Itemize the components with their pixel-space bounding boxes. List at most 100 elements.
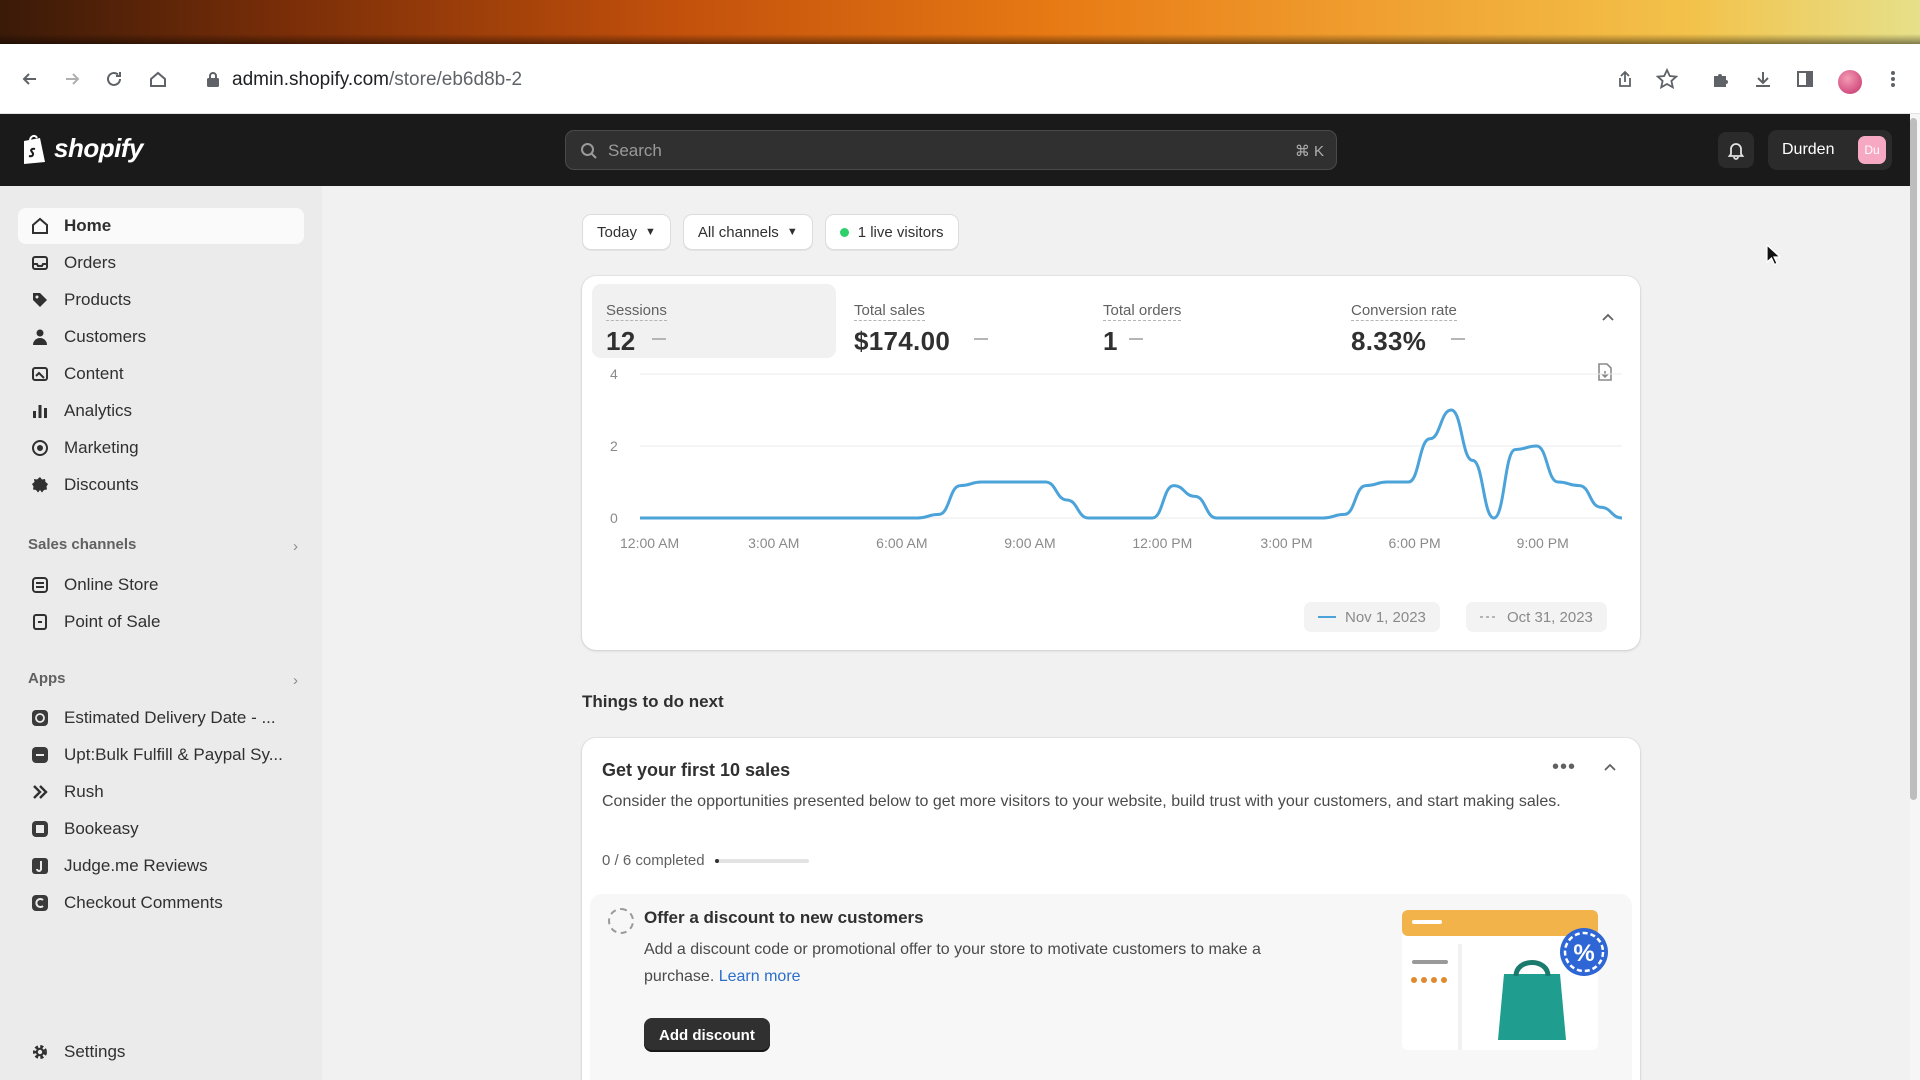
sidebar-item-orders[interactable]: Orders (18, 245, 304, 281)
task-description: Add a discount code or promotional offer… (644, 936, 1304, 990)
bookmark-star-icon[interactable] (1654, 66, 1680, 92)
metric-comparison-dash (1129, 338, 1143, 340)
add-discount-button[interactable]: Add discount (644, 1018, 770, 1052)
shopify-bag-icon (24, 134, 45, 164)
user-menu-button[interactable]: Durden Du (1768, 130, 1892, 170)
shopify-logo[interactable]: shopify (20, 132, 143, 164)
live-visitors-button[interactable]: 1 live visitors (824, 214, 959, 250)
collapse-chevron-up-icon[interactable] (1602, 760, 1618, 781)
sidebar-item-estimated-delivery-date[interactable]: Estimated Delivery Date - ... (18, 700, 304, 736)
search-input[interactable]: Search ⌘ K (565, 130, 1337, 170)
sidebar-item-bookeasy[interactable]: Bookeasy (18, 811, 304, 847)
more-vertical-icon[interactable] (1880, 66, 1906, 92)
url-path: /store/eb6d8b-2 (389, 69, 523, 90)
app-icon (30, 893, 50, 913)
metric-total-orders[interactable]: Total orders 1 (1089, 284, 1333, 358)
search-placeholder: Search (608, 141, 662, 160)
search-shortcut: ⌘ K (1294, 143, 1324, 160)
collapse-chevron-up-icon[interactable] (1600, 310, 1616, 331)
task-item-offer-discount[interactable]: Offer a discount to new customers Add a … (590, 894, 1632, 1080)
channel-filter-dropdown[interactable]: All channels ▼ (682, 214, 813, 250)
x-tick-label: 9:00 PM (1517, 535, 1569, 551)
browser-profile-avatar[interactable] (1838, 70, 1862, 94)
mouse-cursor-icon (1766, 244, 1782, 266)
apps-heading[interactable]: Apps › (28, 670, 298, 694)
metric-value: $174.00 (854, 326, 951, 356)
bar-chart-icon (30, 401, 50, 421)
progress-label: 0 / 6 completed (602, 852, 705, 869)
scrollbar-thumb[interactable] (1910, 118, 1917, 800)
x-tick-label: 9:00 AM (1004, 535, 1055, 551)
page-scrollbar[interactable] (1910, 114, 1920, 1080)
sidebar-item-online-store[interactable]: Online Store (18, 567, 304, 603)
notifications-button[interactable] (1718, 132, 1754, 168)
sidebar-item-customers[interactable]: Customers (18, 319, 304, 355)
forward-arrow-icon[interactable] (60, 67, 84, 91)
metric-label: Sessions (606, 302, 667, 321)
metric-value: 12 (606, 326, 636, 356)
search-icon (581, 143, 597, 159)
sidebar-item-label: Products (64, 290, 132, 309)
setup-progress: 0 / 6 completed (602, 852, 809, 869)
reload-icon[interactable] (102, 67, 126, 91)
sidebar-item-label: Analytics (64, 401, 133, 420)
tag-icon (30, 290, 50, 310)
task-status-circle-icon[interactable] (608, 908, 634, 934)
setup-guide-description: Consider the opportunities presented bel… (602, 793, 1561, 810)
sidebar-item-marketing[interactable]: Marketing (18, 430, 304, 466)
series-line (639, 408, 1623, 520)
sidebar-item-label: Customers (64, 327, 147, 346)
sidebar-item-point-of-sale[interactable]: Point of Sale (18, 604, 304, 640)
sidebar-item-products[interactable]: Products (18, 282, 304, 318)
sidebar-item-label: Judge.me Reviews (64, 856, 208, 875)
metric-conversion-rate[interactable]: Conversion rate 8.33% (1337, 284, 1581, 358)
sales-channels-heading[interactable]: Sales channels › (28, 536, 298, 560)
side-panel-icon[interactable] (1792, 66, 1818, 92)
metric-sessions[interactable]: Sessions 12 (592, 284, 836, 358)
sidebar-item-rush[interactable]: Rush (18, 774, 304, 810)
metric-label: Conversion rate (1351, 302, 1457, 321)
learn-more-link[interactable]: Learn more (719, 968, 801, 985)
metric-total-sales[interactable]: Total sales $174.00 (840, 284, 1084, 358)
more-horizontal-icon[interactable]: ••• (1552, 756, 1576, 779)
back-arrow-icon[interactable] (18, 67, 42, 91)
metric-value: 8.33% (1351, 326, 1427, 356)
sidebar-item-bulk-fulfill[interactable]: Upt:Bulk Fulfill & Paypal Sy... (18, 737, 304, 773)
sidebar-item-label: Orders (64, 253, 116, 272)
metric-label: Total sales (854, 302, 925, 321)
user-name: Durden (1782, 141, 1835, 158)
date-filter-dropdown[interactable]: Today ▼ (582, 214, 671, 250)
store-icon (30, 575, 50, 595)
progress-fill (714, 858, 720, 863)
extensions-puzzle-icon[interactable] (1708, 66, 1734, 92)
download-icon[interactable] (1750, 66, 1776, 92)
sidebar-item-label: Content (64, 364, 124, 383)
legend-item-current: Nov 1, 2023 (1304, 602, 1440, 632)
share-icon[interactable] (1612, 66, 1638, 92)
lock-icon (207, 72, 219, 87)
sidebar-item-checkout-comments[interactable]: Checkout Comments (18, 885, 304, 921)
live-status-dot (839, 227, 849, 237)
sidebar-item-discounts[interactable]: Discounts (18, 467, 304, 503)
address-bar[interactable]: admin.shopify.com/store/eb6d8b-2 (192, 60, 1712, 98)
chevron-down-icon: ▼ (645, 226, 656, 238)
sidebar-item-analytics[interactable]: Analytics (18, 393, 304, 429)
sidebar-item-judgeme-reviews[interactable]: Judge.me Reviews (18, 848, 304, 884)
sidebar-item-label: Online Store (64, 575, 159, 594)
sidebar-item-label: Marketing (64, 438, 139, 457)
sidebar-item-settings[interactable]: Settings (18, 1034, 304, 1070)
sidebar-item-label: Rush (64, 782, 104, 801)
home-page-icon[interactable] (146, 67, 170, 91)
sidebar-item-home[interactable]: Home (18, 208, 304, 244)
bell-icon (1727, 143, 1745, 160)
metric-label: Total orders (1103, 302, 1182, 321)
sidebar-item-label: Home (64, 216, 112, 235)
content-icon (30, 364, 50, 384)
sidebar-item-label: Estimated Delivery Date - ... (64, 708, 276, 727)
inbox-icon (30, 253, 50, 273)
sidebar: Home Orders Products Customers Content A… (0, 186, 322, 1080)
sidebar-item-content[interactable]: Content (18, 356, 304, 392)
app-icon (30, 745, 50, 765)
sidebar-item-label: Bookeasy (64, 819, 139, 838)
person-icon (30, 327, 50, 347)
